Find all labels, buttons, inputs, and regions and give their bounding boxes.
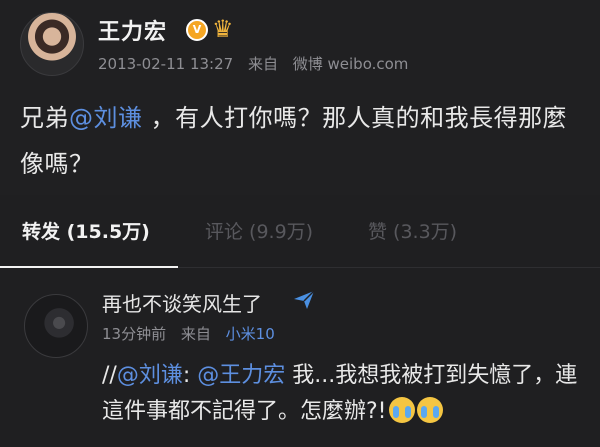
repost-text-lead: // [102, 363, 117, 388]
repost-colon: : [182, 363, 198, 388]
crying-emoji-icon [388, 397, 415, 423]
tab-bar: 转发 (15.5万) 评论 (9.9万) 赞 (3.3万) [0, 195, 600, 268]
tab-reposts[interactable]: 转发 (15.5万) [22, 217, 150, 244]
repost-author-name[interactable]: 再也不谈笑风生了 [102, 288, 262, 317]
post-text: 兄弟@刘谦 ，有人打你嗎？那人真的和我長得那麼像嗎？ [20, 95, 580, 187]
repost-meta: 13分钟前 来自 小米10 [102, 323, 285, 344]
tab-likes[interactable]: 赞 (3.3万) [368, 217, 457, 244]
verified-icon: V [186, 19, 208, 41]
author-name[interactable]: 王力宏 [98, 14, 167, 46]
mention-link[interactable]: @王力宏 [197, 363, 285, 388]
repost-item: 再也不谈笑风生了 13分钟前 来自 小米10 //@刘谦: @王力宏 我...我… [0, 268, 600, 447]
weibo-post: 王力宏 V ♛ 2013-02-11 13:27 来自 微博 weibo.com… [0, 0, 600, 195]
repost-source[interactable]: 小米10 [226, 325, 275, 343]
from-label: 来自 [247, 55, 278, 73]
post-meta: 2013-02-11 13:27 来自 微博 weibo.com [98, 53, 418, 74]
post-text-prefix: 兄弟 [20, 104, 69, 132]
repost-text: //@刘谦: @王力宏 我...我想我被打到失憶了，連這件事都不記得了。怎麼辦?… [102, 358, 578, 430]
post-date: 2013-02-11 13:27 [98, 55, 234, 73]
post-source: 微博 weibo.com [292, 55, 409, 73]
mention-link[interactable]: @刘谦 [117, 363, 183, 388]
mention-link[interactable]: @刘谦 [69, 104, 143, 132]
paper-plane-icon [294, 290, 315, 309]
crying-emoji-icon [416, 397, 443, 423]
tab-comments[interactable]: 评论 (9.9万) [205, 217, 313, 244]
repost-time: 13分钟前 [102, 325, 167, 343]
repost-author-avatar[interactable] [24, 294, 88, 358]
repost-from-label: 来自 [180, 325, 211, 343]
crown-icon: ♛ [212, 15, 234, 43]
author-avatar[interactable] [20, 12, 84, 76]
